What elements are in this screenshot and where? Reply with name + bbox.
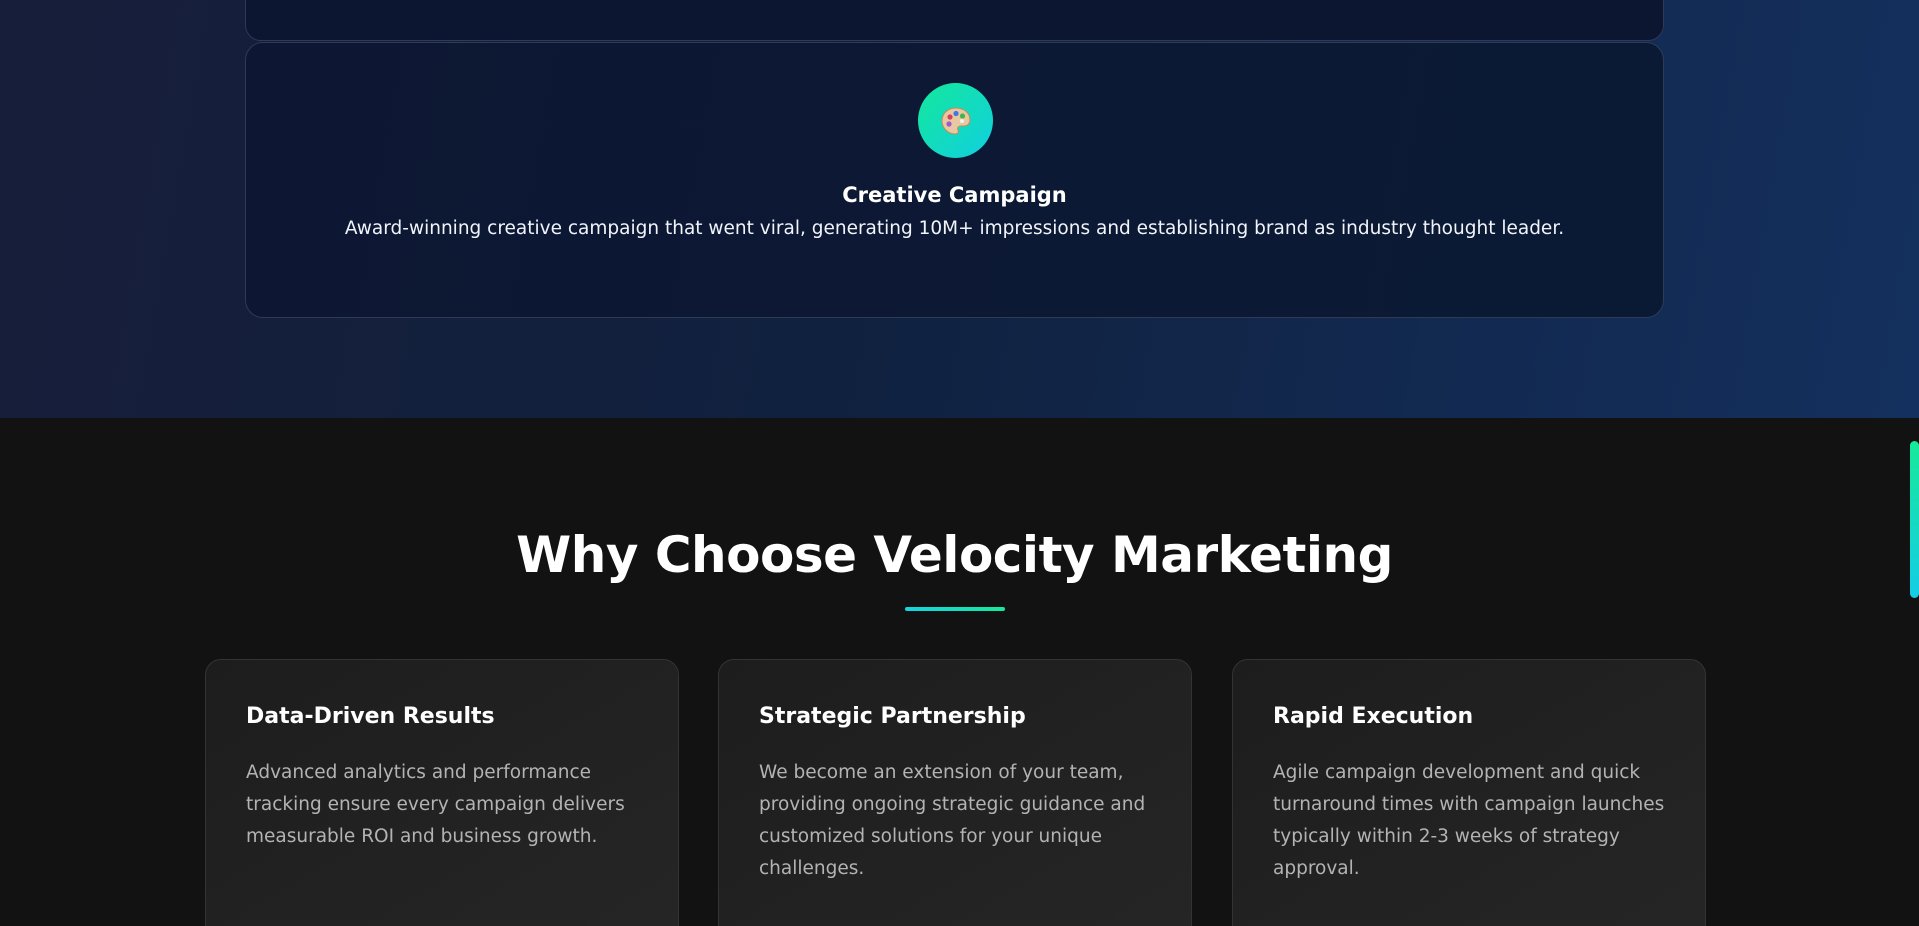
feature-card-description: Agile campaign development and quick tur… (1273, 762, 1665, 879)
artist-palette-icon (940, 106, 971, 135)
feature-card-description: Advanced analytics and performance track… (246, 762, 625, 847)
feature-card-title: Strategic Partnership (759, 704, 1026, 729)
feature-card-title: Data-Driven Results (246, 704, 495, 729)
feature-card-title: Rapid Execution (1273, 704, 1474, 729)
project-title: Creative Campaign (842, 183, 1067, 207)
feature-card-rapid-execution: Rapid Execution Agile campaign developme… (1232, 659, 1706, 926)
page: Creative Campaign Award-winning creative… (0, 0, 1919, 926)
scrollbar-thumb[interactable] (1910, 441, 1919, 598)
previous-project-card[interactable] (245, 0, 1664, 41)
project-description: Award-winning creative campaign that wen… (344, 218, 1565, 239)
why-choose-section: Why Choose Velocity Marketing Data-Drive… (0, 418, 1919, 926)
feature-card-data-driven: Data-Driven Results Advanced analytics a… (205, 659, 679, 926)
project-card[interactable]: Creative Campaign Award-winning creative… (245, 42, 1664, 318)
feature-card-description: We become an extension of your team, pro… (759, 762, 1146, 879)
heading-underline (905, 607, 1005, 611)
feature-card-strategic-partnership: Strategic Partnership We become an exten… (718, 659, 1192, 926)
project-icon-badge (918, 83, 993, 158)
section-heading: Why Choose Velocity Marketing (516, 526, 1393, 584)
portfolio-section: Creative Campaign Award-winning creative… (0, 0, 1919, 418)
scrollbar-track[interactable] (1910, 0, 1919, 926)
